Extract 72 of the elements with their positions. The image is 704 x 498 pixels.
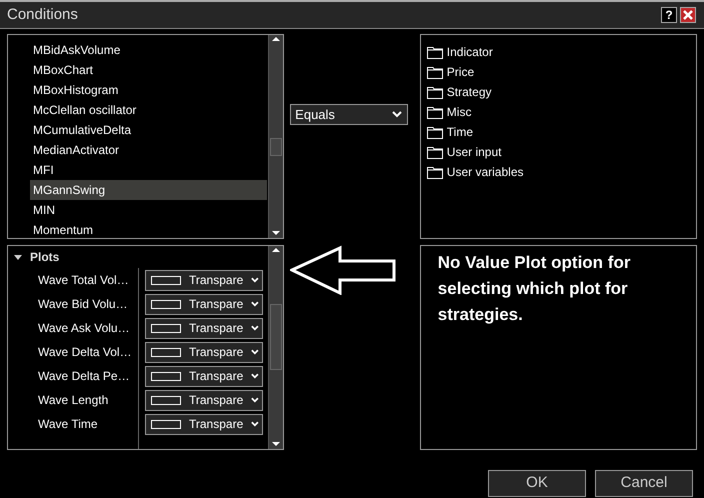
- color-swatch: [151, 372, 181, 380]
- color-swatch: [151, 396, 181, 404]
- color-dropdown[interactable]: Transpare: [145, 294, 263, 314]
- folder-icon: [426, 106, 443, 118]
- operator-dropdown[interactable]: Equals: [290, 104, 408, 125]
- folder-icon: [426, 66, 443, 78]
- list-item[interactable]: MIN: [30, 200, 268, 220]
- collapse-icon: [14, 254, 22, 260]
- chevron-down-icon: [251, 277, 259, 283]
- tree-item[interactable]: Price: [426, 62, 696, 82]
- tree-item[interactable]: Misc: [426, 102, 696, 122]
- scroll-up-icon[interactable]: [272, 37, 280, 41]
- folder-icon: [426, 46, 443, 58]
- color-dropdown[interactable]: Transpare: [145, 366, 263, 386]
- arrow-left-icon: [290, 245, 398, 295]
- list-item[interactable]: MCumulativeDelta: [30, 120, 268, 140]
- list-item[interactable]: MFI: [30, 160, 268, 180]
- scroll-up-icon[interactable]: [272, 248, 280, 252]
- property-label: Wave Length: [37, 392, 110, 409]
- property-label: Wave Time: [37, 416, 99, 433]
- property-label: Wave Ask Volu…: [37, 320, 131, 337]
- close-icon: [683, 10, 693, 20]
- tree-item[interactable]: Indicator: [426, 42, 696, 62]
- tree-item[interactable]: Strategy: [426, 82, 696, 102]
- chevron-down-icon: [251, 325, 259, 331]
- chevron-down-icon: [251, 301, 259, 307]
- folder-icon: [426, 166, 443, 178]
- property-label: Wave Total Vol…: [37, 272, 130, 289]
- color-swatch: [151, 324, 181, 332]
- chevron-down-icon: [251, 421, 259, 427]
- window-title: Conditions: [7, 4, 78, 25]
- tree-item[interactable]: User input: [426, 142, 696, 162]
- chevron-down-icon: [251, 397, 259, 403]
- color-swatch: [151, 420, 181, 428]
- color-swatch: [151, 276, 181, 284]
- help-button[interactable]: ?: [661, 7, 677, 23]
- property-label: Wave Bid Volu…: [37, 296, 129, 313]
- scroll-thumb[interactable]: [270, 138, 282, 156]
- close-button[interactable]: [680, 7, 696, 23]
- chevron-down-icon: [392, 111, 402, 118]
- folder-icon: [426, 126, 443, 138]
- property-label: Wave Delta Vol…: [37, 344, 133, 361]
- list-item[interactable]: MBoxHistogram: [30, 80, 268, 100]
- tree-item[interactable]: User variables: [426, 162, 696, 182]
- dialog-button[interactable]: Cancel: [595, 470, 693, 497]
- chevron-down-icon: [251, 373, 259, 379]
- note-text: No Value Plot option for selecting which plot for strategies.: [438, 252, 632, 326]
- list-item[interactable]: McClellan oscillator: [30, 100, 268, 120]
- color-swatch: [151, 300, 181, 308]
- list-item[interactable]: MGannSwing: [30, 180, 268, 200]
- scroll-thumb[interactable]: [270, 304, 282, 370]
- color-dropdown[interactable]: Transpare: [145, 390, 263, 410]
- color-dropdown[interactable]: Transpare: [145, 342, 263, 362]
- scrollbar[interactable]: [268, 35, 284, 238]
- tree-item[interactable]: Time: [426, 122, 696, 142]
- list-item[interactable]: MBoxChart: [30, 60, 268, 80]
- color-dropdown[interactable]: Transpare: [145, 318, 263, 338]
- section-header[interactable]: Plots: [8, 246, 268, 268]
- folder-icon: [426, 146, 443, 158]
- scroll-down-icon[interactable]: [272, 231, 280, 235]
- list-item[interactable]: MBidAskVolume: [30, 40, 268, 60]
- color-swatch: [151, 348, 181, 356]
- folder-icon: [426, 86, 443, 98]
- property-label: Wave Delta Pe…: [37, 368, 131, 385]
- color-dropdown[interactable]: Transpare: [145, 270, 263, 290]
- scrollbar[interactable]: [268, 246, 284, 449]
- chevron-down-icon: [251, 349, 259, 355]
- color-dropdown[interactable]: Transpare: [145, 414, 263, 434]
- list-item[interactable]: Momentum: [30, 220, 268, 240]
- dialog-button[interactable]: OK: [488, 470, 586, 497]
- scroll-down-icon[interactable]: [272, 442, 280, 446]
- list-item[interactable]: MedianActivator: [30, 140, 268, 160]
